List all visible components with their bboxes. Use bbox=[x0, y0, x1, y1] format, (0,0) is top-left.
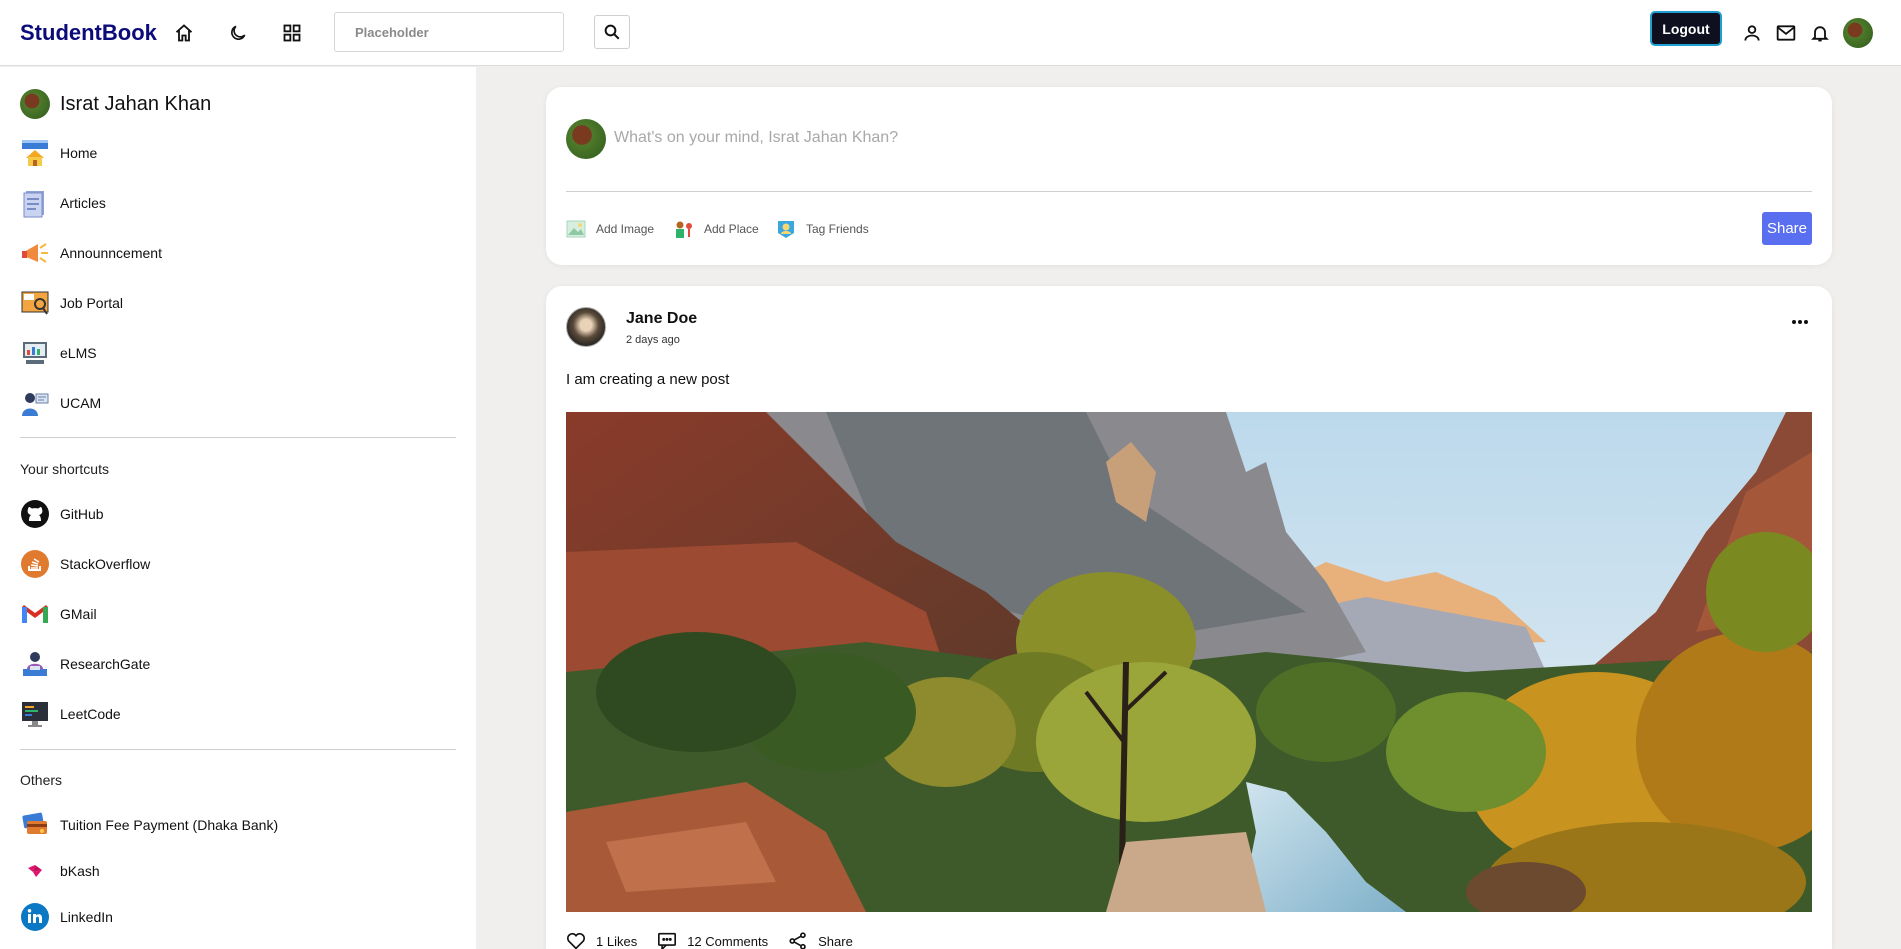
articles-icon bbox=[20, 188, 50, 218]
sidebar-user-name: Israt Jahan Khan bbox=[60, 92, 212, 115]
sidebar-item-ucam[interactable]: UCAM bbox=[20, 387, 101, 419]
user-avatar[interactable] bbox=[1843, 18, 1873, 48]
like-button[interactable]: 1 Likes bbox=[566, 932, 637, 949]
ucam-icon bbox=[20, 388, 50, 418]
sidebar-item-label: Articles bbox=[60, 195, 106, 211]
post-card: Jane Doe 2 days ago I am creating a new … bbox=[546, 286, 1832, 949]
person-icon[interactable] bbox=[1738, 19, 1766, 47]
add-place-label: Add Place bbox=[704, 222, 759, 236]
sidebar-profile[interactable]: Israt Jahan Khan bbox=[20, 89, 211, 119]
sidebar-item-tuition-payment[interactable]: Tuition Fee Payment (Dhaka Bank) bbox=[20, 809, 278, 841]
shortcuts-heading: Your shortcuts bbox=[20, 461, 109, 477]
post-author-avatar[interactable] bbox=[566, 307, 606, 347]
brand-logo[interactable]: StudentBook bbox=[20, 20, 157, 46]
sidebar-item-linkedin[interactable]: LinkedIn bbox=[20, 901, 113, 933]
linkedin-icon bbox=[20, 902, 50, 932]
sidebar-item-elms[interactable]: eLMS bbox=[20, 337, 97, 369]
others-heading: Others bbox=[20, 772, 63, 788]
logout-button[interactable]: Logout bbox=[1650, 11, 1722, 46]
elms-icon bbox=[20, 338, 50, 368]
sidebar-item-label: LeetCode bbox=[60, 706, 121, 722]
sidebar-avatar bbox=[20, 89, 50, 119]
grid-icon[interactable] bbox=[278, 19, 306, 47]
tag-friends-button[interactable]: Tag Friends bbox=[776, 219, 869, 239]
likes-count: 1 Likes bbox=[596, 933, 638, 949]
sidebar-item-label: Job Portal bbox=[60, 295, 124, 311]
comments-count: 12 Comments bbox=[687, 933, 769, 949]
left-sidebar: Israt Jahan Khan Home Articles Announnce… bbox=[0, 67, 476, 949]
sidebar-divider bbox=[20, 749, 456, 750]
status-input[interactable] bbox=[614, 129, 1714, 147]
github-icon bbox=[20, 499, 50, 529]
sidebar-item-articles[interactable]: Articles bbox=[20, 187, 106, 219]
sidebar-item-github[interactable]: GitHub bbox=[20, 498, 104, 530]
mail-icon[interactable] bbox=[1772, 19, 1800, 47]
post-actions-bar: 1 Likes 12 Comments Share bbox=[566, 932, 873, 949]
sidebar-divider bbox=[20, 437, 456, 438]
sidebar-item-stackoverflow[interactable]: StackOverflow bbox=[20, 548, 150, 580]
stackoverflow-icon bbox=[20, 549, 50, 579]
sidebar-item-label: eLMS bbox=[60, 345, 97, 361]
sidebar-item-label: Tuition Fee Payment (Dhaka Bank) bbox=[60, 817, 279, 833]
more-options-icon[interactable] bbox=[1786, 312, 1814, 332]
bell-icon[interactable] bbox=[1806, 19, 1834, 47]
sidebar-item-leetcode[interactable]: LeetCode bbox=[20, 698, 121, 730]
sidebar-item-label: UCAM bbox=[60, 395, 102, 411]
search-button[interactable] bbox=[594, 15, 630, 49]
sidebar-item-label: GMail bbox=[60, 606, 97, 622]
bkash-icon bbox=[20, 856, 50, 886]
sidebar-item-label: GitHub bbox=[60, 506, 104, 522]
share-post-button[interactable]: Share bbox=[1762, 212, 1812, 245]
image-icon bbox=[566, 219, 586, 239]
job-portal-icon bbox=[20, 288, 50, 318]
sidebar-item-label: Home bbox=[60, 145, 98, 161]
share-button[interactable]: Share bbox=[788, 932, 853, 949]
megaphone-icon bbox=[20, 238, 50, 268]
leetcode-icon bbox=[20, 699, 50, 729]
post-timestamp: 2 days ago bbox=[626, 334, 680, 346]
comment-button[interactable]: 12 Comments bbox=[657, 932, 768, 949]
top-navbar: StudentBook Logout bbox=[0, 0, 1901, 66]
sidebar-item-announcement[interactable]: Announncement bbox=[20, 237, 162, 269]
post-composer: Add Image Add Place Tag Friends Share bbox=[546, 87, 1832, 265]
search-icon bbox=[604, 24, 620, 40]
gmail-icon bbox=[20, 599, 50, 629]
post-text: I am creating a new post bbox=[566, 371, 730, 388]
sidebar-item-gmail[interactable]: GMail bbox=[20, 598, 97, 630]
share-icon bbox=[789, 932, 806, 949]
sidebar-item-label: StackOverflow bbox=[60, 556, 151, 572]
sidebar-item-label: LinkedIn bbox=[60, 909, 113, 925]
heart-icon bbox=[566, 933, 586, 949]
moon-icon[interactable] bbox=[224, 19, 252, 47]
place-icon bbox=[674, 219, 694, 239]
sidebar-item-home[interactable]: Home bbox=[20, 137, 97, 169]
share-label: Share bbox=[818, 933, 853, 949]
sidebar-item-label: bKash bbox=[60, 863, 100, 879]
home-app-icon bbox=[20, 138, 50, 168]
sidebar-item-researchgate[interactable]: ResearchGate bbox=[20, 648, 150, 680]
composer-avatar bbox=[566, 119, 606, 159]
post-author-name[interactable]: Jane Doe bbox=[626, 310, 697, 328]
composer-divider bbox=[566, 191, 1812, 192]
tag-icon bbox=[776, 219, 796, 239]
post-image[interactable] bbox=[566, 412, 1812, 912]
payment-icon bbox=[20, 810, 50, 840]
comment-icon bbox=[658, 932, 677, 949]
add-image-label: Add Image bbox=[596, 222, 655, 236]
sidebar-item-label: ResearchGate bbox=[60, 656, 151, 672]
add-image-button[interactable]: Add Image bbox=[566, 219, 654, 239]
sidebar-item-bkash[interactable]: bKash bbox=[20, 855, 100, 887]
add-place-button[interactable]: Add Place bbox=[674, 219, 759, 239]
tag-friends-label: Tag Friends bbox=[806, 222, 869, 236]
search-input[interactable] bbox=[334, 12, 564, 52]
sidebar-item-label: Announncement bbox=[60, 245, 162, 261]
researchgate-icon bbox=[20, 649, 50, 679]
home-icon[interactable] bbox=[170, 19, 198, 47]
sidebar-item-job-portal[interactable]: Job Portal bbox=[20, 287, 123, 319]
